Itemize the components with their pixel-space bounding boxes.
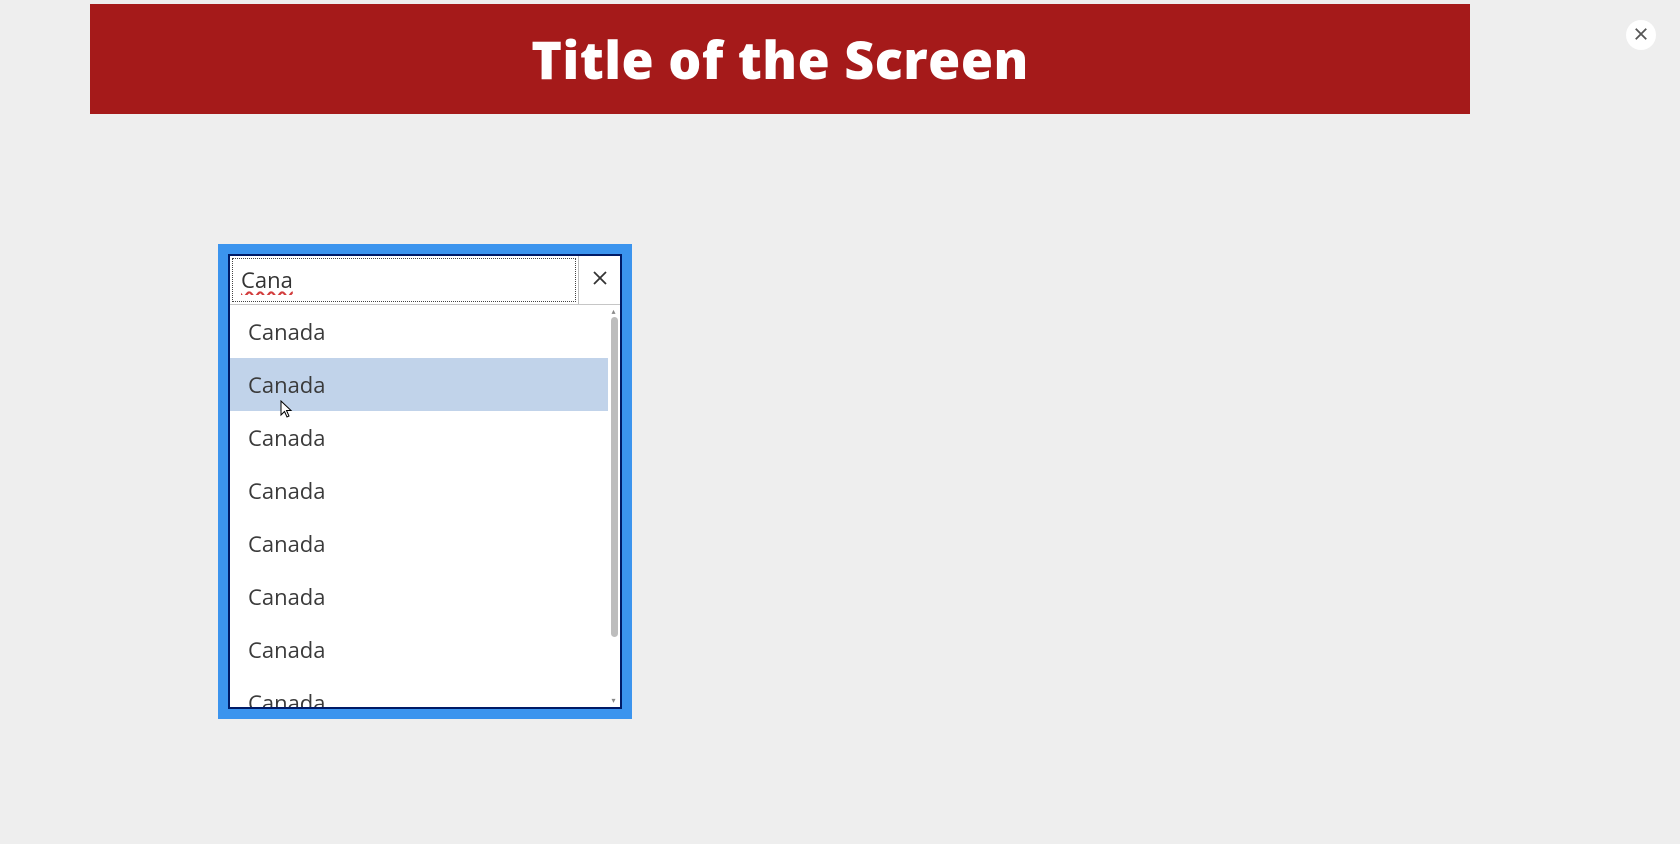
combobox-option[interactable]: Canada xyxy=(230,623,608,676)
country-combobox: Canada Canada Canada Canada Canada Canada Cana… xyxy=(218,244,632,719)
combobox-clear-button[interactable] xyxy=(578,256,620,304)
combobox-option-list: Canada Canada Canada Canada Canada Canada Cana… xyxy=(230,305,608,707)
combobox-option-label: Canada xyxy=(248,317,325,347)
combobox-option[interactable]: Canada xyxy=(230,358,608,411)
scrollbar[interactable]: ▴ ▾ xyxy=(609,307,618,705)
combobox-option-label: Canada xyxy=(248,529,325,559)
combobox-option[interactable]: Canada xyxy=(230,464,608,517)
close-icon xyxy=(1634,24,1648,46)
combobox-option[interactable]: Canada xyxy=(230,411,608,464)
combobox-search-input[interactable] xyxy=(232,258,576,302)
combobox-option[interactable]: Canada xyxy=(230,517,608,570)
combobox-option[interactable]: Canada xyxy=(230,570,608,623)
combobox-option-label: Canada xyxy=(248,476,325,506)
page-container: Title of the Screen CanadaCanadaCanadaCa… xyxy=(90,4,1470,784)
combobox-option-label: Canada xyxy=(248,688,325,708)
combobox-option-label: Canada xyxy=(248,370,325,400)
scroll-down-arrow-icon[interactable]: ▾ xyxy=(609,696,618,705)
combobox-inner: Canada Canada Canada Canada Canada Canada Cana… xyxy=(228,254,622,709)
combobox-option[interactable]: Canada xyxy=(230,305,608,358)
page-header: Title of the Screen xyxy=(90,4,1470,114)
combobox-option-label: Canada xyxy=(248,423,325,453)
combobox-option[interactable]: Canada xyxy=(230,676,608,707)
combobox-option-label: Canada xyxy=(248,582,325,612)
combobox-list-wrap: Canada Canada Canada Canada Canada Canada Cana… xyxy=(230,305,620,707)
x-icon xyxy=(592,269,608,291)
scroll-up-arrow-icon[interactable]: ▴ xyxy=(609,307,618,316)
page-title: Title of the Screen xyxy=(531,24,1029,95)
combobox-search-row xyxy=(230,256,620,305)
close-dialog-button[interactable] xyxy=(1626,20,1656,50)
scrollbar-thumb[interactable] xyxy=(611,317,618,637)
combobox-option-label: Canada xyxy=(248,635,325,665)
